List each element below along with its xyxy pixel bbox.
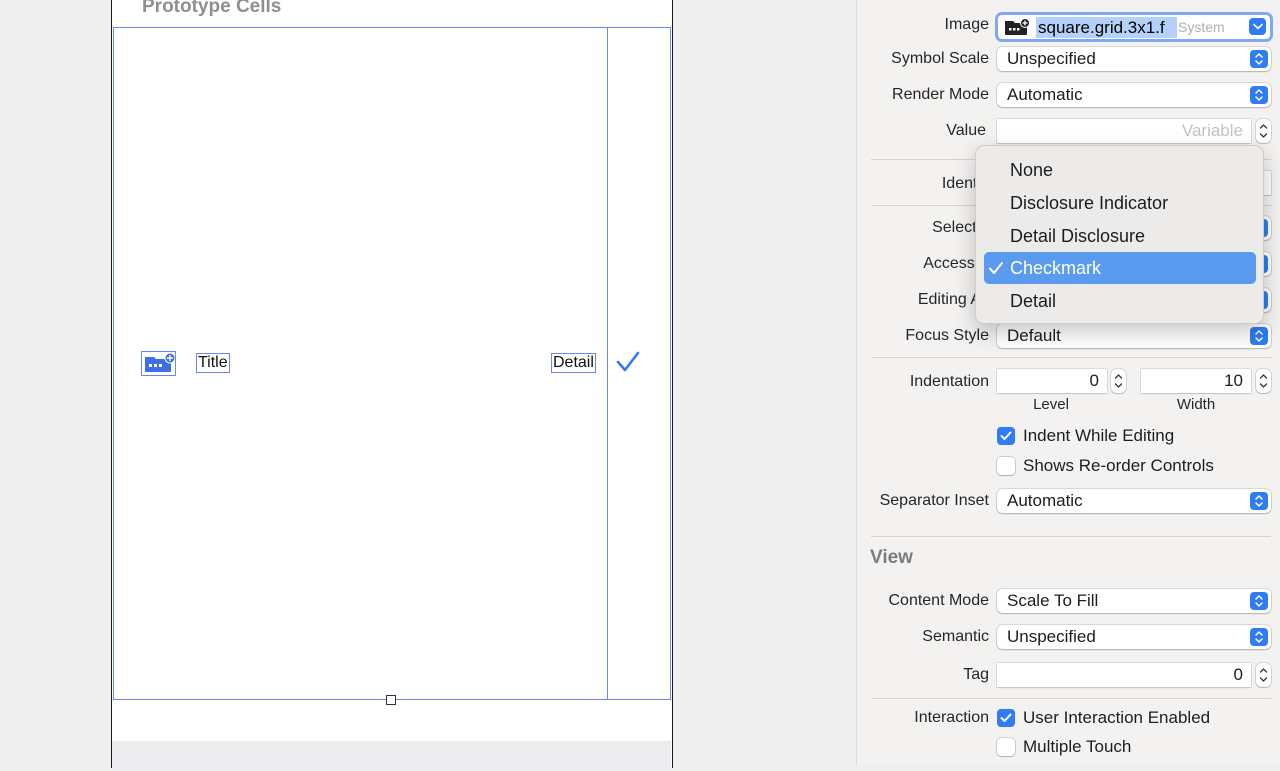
symbol-scale-value: Unspecified [1007,49,1096,68]
selection-label: Selectio [932,219,989,236]
value-label: Value [946,122,986,139]
attributes-inspector: Image square.grid.3x1.f System Symbol Sc… [856,0,1280,765]
width-sublabel: Width [1176,396,1216,413]
folder-badge-plus-icon [1004,18,1030,43]
menu-item-disclosure-indicator[interactable]: Disclosure Indicator [984,187,1256,219]
semantic-popup[interactable]: Unspecified [997,625,1271,649]
menu-item-detail-disclosure[interactable]: Detail Disclosure [984,220,1256,252]
divider [871,536,1271,537]
indent-while-editing-checkbox[interactable]: Indent While Editing [997,426,1174,446]
value-stepper[interactable] [1256,119,1271,143]
content-mode-label: Content Mode [888,592,989,609]
menu-item-none[interactable]: None [984,154,1256,186]
accessory-label: Accessor [923,255,989,272]
interaction-label: Interaction [914,709,989,726]
separator-inset-value: Automatic [1007,491,1083,510]
symbol-scale-label: Symbol Scale [891,50,989,67]
up-down-arrows-icon [1250,50,1268,68]
user-interaction-enabled-checkbox[interactable]: User Interaction Enabled [997,708,1210,728]
prototype-cells-header: Prototype Cells [142,0,282,17]
checkbox-checked-icon[interactable] [997,427,1015,445]
focus-style-value: Default [1007,326,1061,345]
semantic-label: Semantic [922,628,989,645]
up-down-arrows-icon [1250,628,1268,646]
divider [871,357,1271,358]
cell-content-view[interactable] [113,27,608,700]
focus-style-label: Focus Style [905,327,989,344]
up-down-arrows-icon [1250,592,1268,610]
menu-item-detail[interactable]: Detail [984,285,1256,317]
indentation-label: Indentation [909,373,989,390]
separator-inset-label: Separator Inset [879,492,989,509]
menu-item-checkmark-label: Checkmark [1010,258,1102,278]
image-combo-field[interactable]: square.grid.3x1.f System [995,12,1273,42]
indent-while-editing-label: Indent While Editing [1023,426,1175,445]
image-name-text[interactable]: square.grid.3x1.f [1036,17,1177,38]
folder-badge-plus-icon [145,352,176,372]
divider [871,698,1271,699]
content-mode-value: Scale To Fill [1007,591,1099,610]
checkbox-unchecked-icon[interactable] [997,738,1015,756]
tag-label: Tag [963,666,989,683]
chevron-down-icon[interactable] [1249,18,1266,35]
table-footer-area [112,741,671,771]
focus-style-popup[interactable]: Default [997,324,1271,348]
user-interaction-enabled-label: User Interaction Enabled [1023,708,1211,727]
shows-reorder-controls-label: Shows Re-order Controls [1023,456,1214,475]
separator-inset-popup[interactable]: Automatic [997,489,1271,513]
storyboard-canvas[interactable]: Prototype Cells Title Detail [0,0,856,771]
resize-handle[interactable] [386,695,396,705]
render-mode-popup[interactable]: Automatic [997,83,1271,107]
checkmark-icon [615,349,641,380]
cell-image-view[interactable] [141,351,176,376]
multiple-touch-label: Multiple Touch [1023,737,1132,756]
up-down-arrows-icon [1250,492,1268,510]
value-field[interactable]: Variable [997,119,1251,143]
level-sublabel: Level [1033,396,1069,413]
symbol-scale-popup[interactable]: Unspecified [997,47,1271,71]
image-label: Image [944,16,989,33]
shows-reorder-controls-checkbox[interactable]: Shows Re-order Controls [997,456,1214,476]
cell-detail-label[interactable]: Detail [551,353,596,373]
table-view-controller[interactable]: Prototype Cells Title Detail [111,0,673,771]
semantic-value: Unspecified [1007,627,1096,646]
indentation-level-field[interactable]: 0 [997,369,1107,393]
cell-title-label[interactable]: Title [196,353,230,373]
up-down-arrows-icon [1250,86,1268,104]
indentation-level-stepper[interactable] [1111,369,1126,393]
multiple-touch-checkbox[interactable]: Multiple Touch [997,737,1131,757]
tag-field[interactable]: 0 [997,663,1251,687]
checkbox-unchecked-icon[interactable] [997,457,1015,475]
render-mode-value: Automatic [1007,85,1083,104]
identifier-label: Identifi [941,175,989,192]
image-source-tag: System [1178,19,1225,35]
indentation-width-field[interactable]: 10 [1141,369,1251,393]
checkbox-checked-icon[interactable] [997,709,1015,727]
up-down-arrows-icon [1250,327,1268,345]
indentation-width-stepper[interactable] [1256,369,1271,393]
menu-item-checkmark[interactable]: Checkmark [984,252,1256,284]
content-mode-popup[interactable]: Scale To Fill [997,589,1271,613]
editing-accessory-label: Editing Ac [917,291,989,308]
tag-stepper[interactable] [1256,663,1271,687]
render-mode-label: Render Mode [892,86,989,103]
accessory-dropdown-menu: None Disclosure Indicator Detail Disclos… [975,145,1264,324]
view-section-title: View [870,547,913,568]
